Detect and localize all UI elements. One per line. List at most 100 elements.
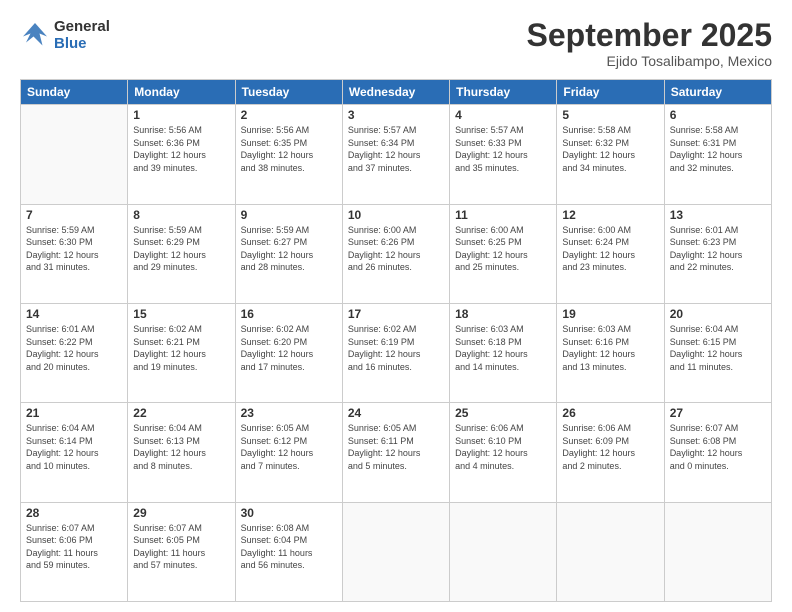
day-number: 17 [348,307,444,321]
calendar-cell: 15 Sunrise: 6:02 AM Sunset: 6:21 PM Dayli… [128,303,235,402]
calendar-cell: 7 Sunrise: 5:59 AM Sunset: 6:30 PM Daylig… [21,204,128,303]
calendar-week-3: 21 Sunrise: 6:04 AM Sunset: 6:14 PM Dayli… [21,403,772,502]
day-info: Sunrise: 5:56 AM Sunset: 6:36 PM Dayligh… [133,124,229,174]
day-number: 22 [133,406,229,420]
day-number: 8 [133,208,229,222]
day-info: Sunrise: 5:56 AM Sunset: 6:35 PM Dayligh… [241,124,337,174]
day-info: Sunrise: 6:02 AM Sunset: 6:21 PM Dayligh… [133,323,229,373]
title-block: September 2025 Ejido Tosalibampo, Mexico [527,18,772,69]
day-info: Sunrise: 6:04 AM Sunset: 6:15 PM Dayligh… [670,323,766,373]
calendar-cell [450,502,557,601]
calendar-cell [342,502,449,601]
calendar-cell: 22Sunrise: 6:04 AM Sunset: 6:13 PM Dayli… [128,403,235,502]
day-number: 29 [133,506,229,520]
calendar-cell: 1Sunrise: 5:56 AM Sunset: 6:36 PM Daylig… [128,105,235,204]
calendar-week-1: 7 Sunrise: 5:59 AM Sunset: 6:30 PM Daylig… [21,204,772,303]
day-info: Sunrise: 6:03 AM Sunset: 6:18 PM Dayligh… [455,323,551,373]
calendar-header-row: SundayMondayTuesdayWednesdayThursdayFrid… [21,80,772,105]
calendar-cell: 19Sunrise: 6:03 AM Sunset: 6:16 PM Dayli… [557,303,664,402]
day-number: 4 [455,108,551,122]
day-info: Sunrise: 6:00 AM Sunset: 6:24 PM Dayligh… [562,224,658,274]
calendar-cell [557,502,664,601]
weekday-header-wednesday: Wednesday [342,80,449,105]
calendar-cell: 17 Sunrise: 6:02 AM Sunset: 6:19 PM Dayli… [342,303,449,402]
calendar-cell: 30 Sunrise: 6:08 AM Sunset: 6:04 PM Dayli… [235,502,342,601]
month-title: September 2025 [527,18,772,53]
day-info: Sunrise: 5:59 AM Sunset: 6:30 PM Dayligh… [26,224,122,274]
day-number: 7 [26,208,122,222]
day-number: 21 [26,406,122,420]
day-number: 24 [348,406,444,420]
weekday-header-tuesday: Tuesday [235,80,342,105]
calendar-cell: 9 Sunrise: 5:59 AM Sunset: 6:27 PM Daylig… [235,204,342,303]
day-number: 18 [455,307,551,321]
day-number: 2 [241,108,337,122]
calendar-cell: 21 Sunrise: 6:04 AM Sunset: 6:14 PM Dayli… [21,403,128,502]
calendar-cell: 8 Sunrise: 5:59 AM Sunset: 6:29 PM Daylig… [128,204,235,303]
calendar-cell: 26 Sunrise: 6:06 AM Sunset: 6:09 PM Dayli… [557,403,664,502]
calendar-cell: 29 Sunrise: 6:07 AM Sunset: 6:05 PM Dayli… [128,502,235,601]
calendar-cell: 13Sunrise: 6:01 AM Sunset: 6:23 PM Dayli… [664,204,771,303]
calendar-cell: 10Sunrise: 6:00 AM Sunset: 6:26 PM Dayli… [342,204,449,303]
day-info: Sunrise: 6:06 AM Sunset: 6:10 PM Dayligh… [455,422,551,472]
day-info: Sunrise: 6:07 AM Sunset: 6:05 PM Dayligh… [133,522,229,572]
day-info: Sunrise: 5:59 AM Sunset: 6:27 PM Dayligh… [241,224,337,274]
calendar-cell: 6Sunrise: 5:58 AM Sunset: 6:31 PM Daylig… [664,105,771,204]
day-info: Sunrise: 6:05 AM Sunset: 6:12 PM Dayligh… [241,422,337,472]
day-number: 27 [670,406,766,420]
calendar-cell: 28 Sunrise: 6:07 AM Sunset: 6:06 PM Dayli… [21,502,128,601]
day-info: Sunrise: 6:02 AM Sunset: 6:19 PM Dayligh… [348,323,444,373]
day-number: 26 [562,406,658,420]
logo-bird-icon [20,20,50,50]
weekday-header-monday: Monday [128,80,235,105]
day-number: 6 [670,108,766,122]
day-number: 14 [26,307,122,321]
calendar-cell: 5 Sunrise: 5:58 AM Sunset: 6:32 PM Daylig… [557,105,664,204]
day-number: 5 [562,108,658,122]
weekday-header-friday: Friday [557,80,664,105]
calendar-cell: 18 Sunrise: 6:03 AM Sunset: 6:18 PM Dayli… [450,303,557,402]
calendar-cell: 23 Sunrise: 6:05 AM Sunset: 6:12 PM Dayli… [235,403,342,502]
day-number: 15 [133,307,229,321]
weekday-header-thursday: Thursday [450,80,557,105]
logo-text: General Blue [54,18,110,53]
day-info: Sunrise: 6:02 AM Sunset: 6:20 PM Dayligh… [241,323,337,373]
day-info: Sunrise: 5:58 AM Sunset: 6:32 PM Dayligh… [562,124,658,174]
calendar-cell: 14 Sunrise: 6:01 AM Sunset: 6:22 PM Dayli… [21,303,128,402]
day-number: 25 [455,406,551,420]
day-info: Sunrise: 6:08 AM Sunset: 6:04 PM Dayligh… [241,522,337,572]
calendar-table: SundayMondayTuesdayWednesdayThursdayFrid… [20,79,772,602]
day-info: Sunrise: 6:07 AM Sunset: 6:06 PM Dayligh… [26,522,122,572]
calendar-cell: 4 Sunrise: 5:57 AM Sunset: 6:33 PM Daylig… [450,105,557,204]
day-info: Sunrise: 5:57 AM Sunset: 6:33 PM Dayligh… [455,124,551,174]
day-number: 12 [562,208,658,222]
day-info: Sunrise: 6:01 AM Sunset: 6:23 PM Dayligh… [670,224,766,274]
calendar-cell [21,105,128,204]
location-subtitle: Ejido Tosalibampo, Mexico [527,53,772,69]
day-info: Sunrise: 6:06 AM Sunset: 6:09 PM Dayligh… [562,422,658,472]
day-number: 19 [562,307,658,321]
calendar-cell [664,502,771,601]
weekday-header-sunday: Sunday [21,80,128,105]
day-info: Sunrise: 5:57 AM Sunset: 6:34 PM Dayligh… [348,124,444,174]
page: General Blue September 2025 Ejido Tosali… [0,0,792,612]
calendar-cell: 25 Sunrise: 6:06 AM Sunset: 6:10 PM Dayli… [450,403,557,502]
calendar-cell: 20 Sunrise: 6:04 AM Sunset: 6:15 PM Dayli… [664,303,771,402]
day-number: 20 [670,307,766,321]
calendar-week-0: 1Sunrise: 5:56 AM Sunset: 6:36 PM Daylig… [21,105,772,204]
header: General Blue September 2025 Ejido Tosali… [20,18,772,69]
day-number: 23 [241,406,337,420]
day-info: Sunrise: 6:00 AM Sunset: 6:25 PM Dayligh… [455,224,551,274]
calendar-cell: 16 Sunrise: 6:02 AM Sunset: 6:20 PM Dayli… [235,303,342,402]
day-number: 16 [241,307,337,321]
day-number: 9 [241,208,337,222]
calendar-cell: 2 Sunrise: 5:56 AM Sunset: 6:35 PM Daylig… [235,105,342,204]
day-number: 30 [241,506,337,520]
day-info: Sunrise: 6:01 AM Sunset: 6:22 PM Dayligh… [26,323,122,373]
day-info: Sunrise: 6:04 AM Sunset: 6:14 PM Dayligh… [26,422,122,472]
calendar-week-4: 28 Sunrise: 6:07 AM Sunset: 6:06 PM Dayli… [21,502,772,601]
calendar-cell: 3Sunrise: 5:57 AM Sunset: 6:34 PM Daylig… [342,105,449,204]
day-number: 28 [26,506,122,520]
day-info: Sunrise: 5:59 AM Sunset: 6:29 PM Dayligh… [133,224,229,274]
day-number: 11 [455,208,551,222]
